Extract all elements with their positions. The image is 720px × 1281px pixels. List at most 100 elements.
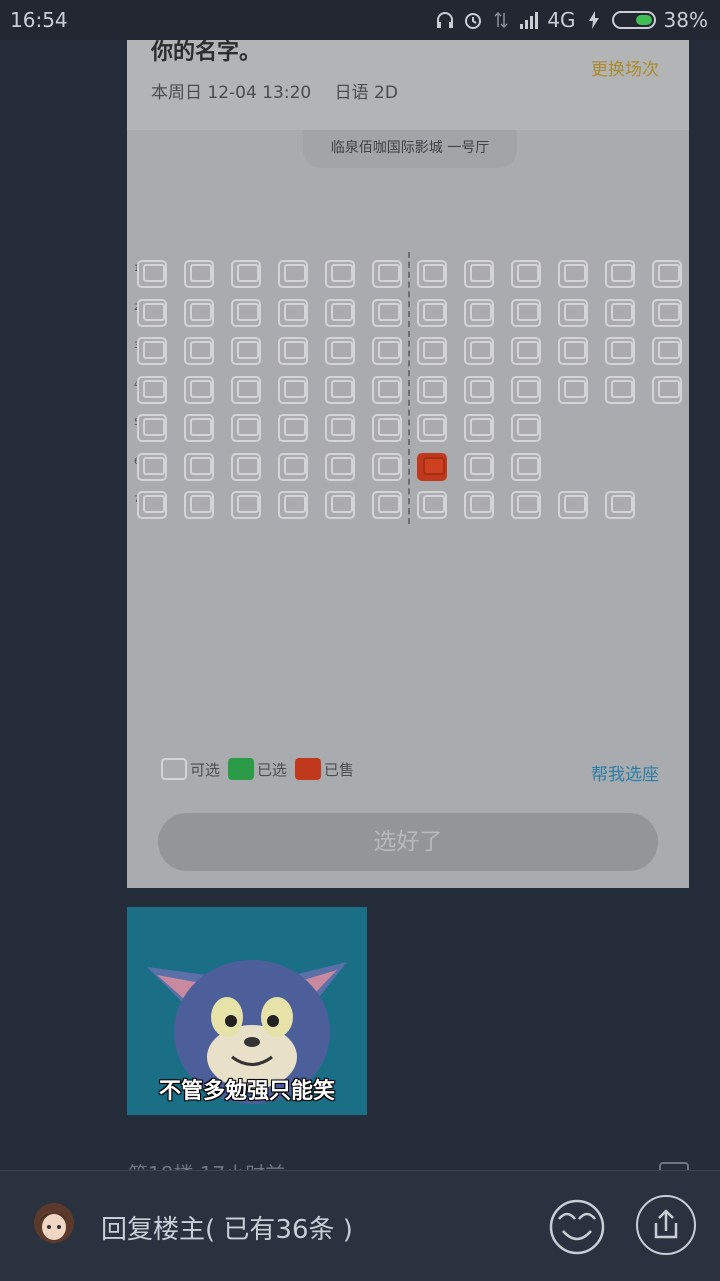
seat[interactable] (231, 491, 261, 519)
hall-name: 临泉佰咖国际影城 一号厅 (303, 130, 517, 168)
seat[interactable] (511, 298, 541, 327)
seat[interactable] (184, 260, 214, 288)
seat[interactable] (652, 298, 682, 327)
emoji-icon[interactable] (547, 1195, 607, 1255)
seat[interactable] (511, 452, 541, 481)
seat[interactable] (137, 337, 167, 365)
seat[interactable] (605, 260, 635, 288)
seat[interactable] (605, 375, 635, 404)
seat[interactable] (231, 260, 261, 288)
change-showtime-button[interactable]: 更换场次 (591, 55, 659, 80)
battery-icon (611, 11, 656, 29)
seat[interactable] (231, 375, 261, 404)
seat[interactable] (417, 337, 447, 365)
seat[interactable] (325, 260, 355, 288)
seat-legend: 可选 已选 已售 (161, 758, 362, 780)
seat[interactable] (417, 375, 447, 404)
alarm-icon (465, 13, 482, 29)
data-arrows-icon (494, 11, 508, 29)
seat[interactable] (372, 375, 402, 404)
status-icons: 4G 38% (435, 8, 708, 32)
battery-level: 38% (663, 8, 708, 32)
status-bar: 16:54 4G 38% (0, 0, 720, 40)
seat[interactable] (184, 452, 214, 481)
seat[interactable] (511, 337, 541, 365)
seat[interactable] (652, 260, 682, 288)
seat[interactable] (558, 260, 588, 288)
seat-booking-screenshot: 你的名字。 本周日 12-04 13:20 日语 2D 更换场次 临泉佰咖国际影… (127, 40, 689, 888)
seat[interactable] (605, 491, 635, 519)
seat[interactable] (278, 337, 308, 365)
seat[interactable] (278, 491, 308, 519)
seat[interactable] (511, 414, 541, 442)
reply-bar: 回复楼主( 已有36条 ) (0, 1170, 720, 1281)
seat[interactable] (184, 375, 214, 404)
seat[interactable] (417, 260, 447, 288)
seat[interactable] (511, 260, 541, 288)
seat[interactable] (464, 337, 494, 365)
seat[interactable] (137, 414, 167, 442)
seat[interactable] (558, 337, 588, 365)
seat[interactable] (464, 298, 494, 327)
seat[interactable] (231, 414, 261, 442)
seat[interactable] (372, 414, 402, 442)
confirm-button[interactable]: 选好了 (158, 813, 658, 871)
seat[interactable] (464, 260, 494, 288)
reply-to-op[interactable]: 回复楼主( 已有36条 ) (101, 1209, 353, 1246)
seat[interactable] (184, 298, 214, 327)
seat[interactable] (372, 260, 402, 288)
seat[interactable] (605, 298, 635, 327)
seat[interactable] (137, 298, 167, 327)
seat[interactable] (231, 452, 261, 481)
seat[interactable] (325, 414, 355, 442)
seat[interactable] (652, 375, 682, 404)
seat[interactable] (464, 491, 494, 519)
seat[interactable] (325, 491, 355, 519)
seat[interactable] (372, 452, 402, 481)
seat[interactable] (558, 491, 588, 519)
seat[interactable] (278, 452, 308, 481)
seat[interactable] (278, 414, 308, 442)
seat[interactable] (652, 337, 682, 365)
seat[interactable] (417, 491, 447, 519)
avatar[interactable] (34, 1203, 74, 1243)
seat[interactable] (325, 298, 355, 327)
share-icon (654, 1209, 678, 1239)
seat[interactable] (137, 260, 167, 288)
seat[interactable] (278, 298, 308, 327)
seat[interactable] (231, 298, 261, 327)
seat[interactable] (372, 337, 402, 365)
seat[interactable] (464, 414, 494, 442)
seat[interactable] (417, 414, 447, 442)
seat[interactable] (278, 375, 308, 404)
seat[interactable] (372, 298, 402, 327)
seat[interactable] (137, 491, 167, 519)
seat[interactable] (325, 375, 355, 404)
seat[interactable] (417, 298, 447, 327)
avatar-image (34, 1203, 74, 1243)
seat[interactable] (325, 452, 355, 481)
seat[interactable] (605, 337, 635, 365)
seat[interactable] (464, 452, 494, 481)
signal-icon (520, 12, 539, 29)
seat[interactable] (372, 491, 402, 519)
meme-caption: 不管多勉强只能笑 (158, 1079, 335, 1104)
share-button[interactable] (636, 1195, 696, 1255)
sold-swatch (295, 758, 322, 780)
seat[interactable] (137, 452, 167, 481)
help-select-button[interactable]: 帮我选座 (591, 760, 659, 785)
seat[interactable] (464, 375, 494, 404)
seat[interactable] (511, 375, 541, 404)
seat[interactable] (558, 375, 588, 404)
seat[interactable] (511, 491, 541, 519)
meme-image[interactable]: 不管多勉强只能笑 (127, 907, 367, 1115)
seat[interactable] (184, 337, 214, 365)
seat[interactable] (137, 375, 167, 404)
seat[interactable] (278, 260, 308, 288)
aisle-divider (408, 252, 410, 524)
seat[interactable] (558, 298, 588, 327)
seat[interactable] (184, 414, 214, 442)
seat[interactable] (325, 337, 355, 365)
seat[interactable] (231, 337, 261, 365)
seat[interactable] (184, 491, 214, 519)
